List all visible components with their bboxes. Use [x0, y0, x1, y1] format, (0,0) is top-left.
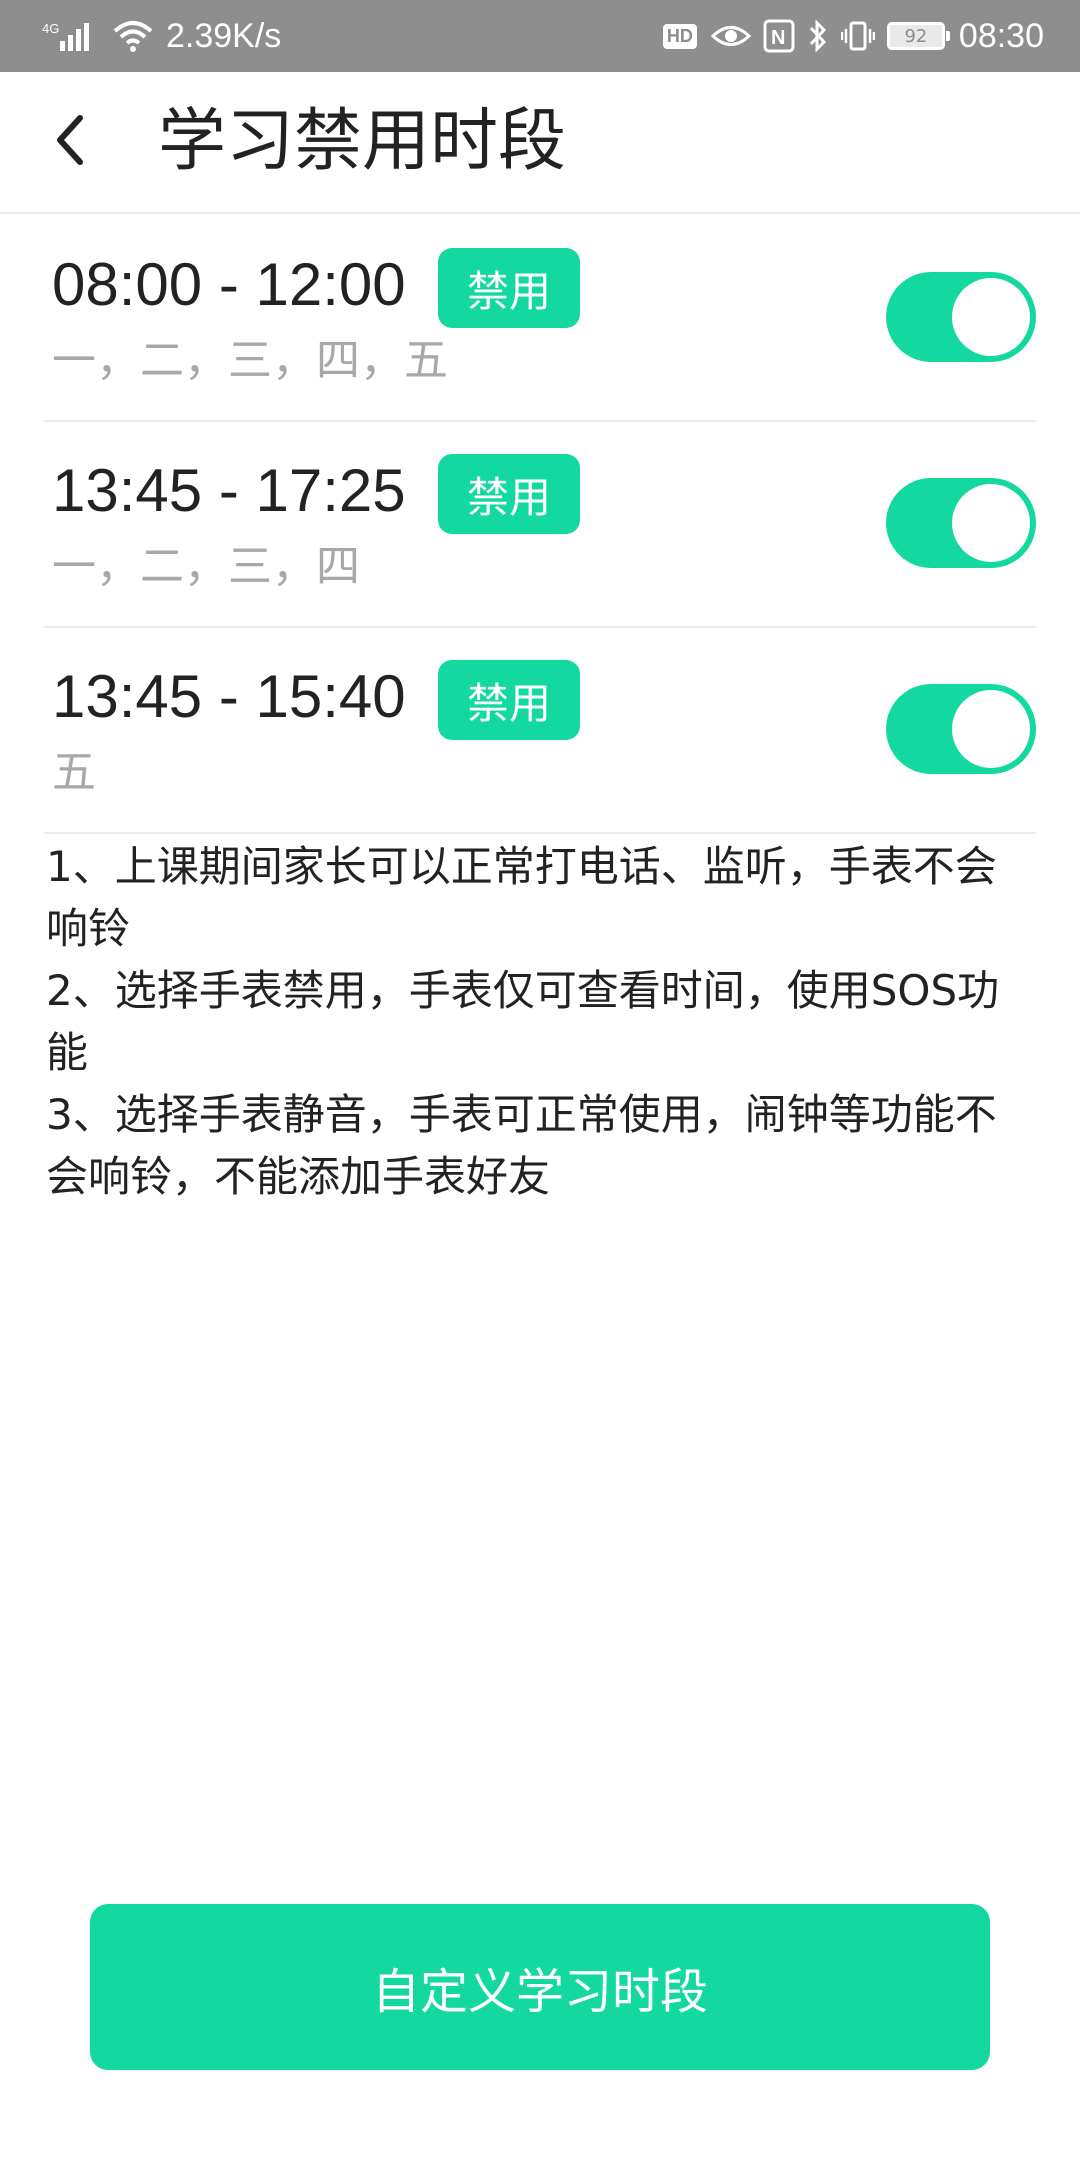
wifi-icon: [112, 19, 154, 53]
mode-badge: 禁用: [438, 248, 580, 328]
hd-icon: HD: [662, 23, 697, 49]
custom-study-period-button[interactable]: 自定义学习时段: [90, 1904, 990, 2070]
status-bar-left: 4G 2.39K/s: [42, 17, 281, 56]
bluetooth-icon: [807, 19, 829, 53]
schedule-toggle[interactable]: [886, 684, 1036, 774]
svg-text:4G: 4G: [42, 21, 59, 36]
status-bar-right: HD N 92 08:30: [662, 16, 1044, 56]
schedule-toggle[interactable]: [886, 272, 1036, 362]
toggle-knob: [952, 484, 1030, 562]
svg-text:N: N: [771, 27, 785, 49]
network-speed: 2.39K/s: [166, 16, 282, 55]
note-item: 1、上课期间家长可以正常打电话、监听，手表不会响铃: [46, 842, 997, 953]
toggle-knob: [952, 690, 1030, 768]
schedule-days: 五: [52, 747, 96, 798]
chevron-left-icon: [50, 110, 90, 174]
schedule-time: 13:45 - 17:25: [52, 457, 406, 524]
schedule-row[interactable]: 13:45 - 15:40 禁用 五: [44, 628, 1036, 834]
cellular-signal-icon: 4G: [42, 19, 100, 53]
schedule-days: 一，二，三，四，五: [52, 335, 448, 386]
schedule-days: 一，二，三，四: [52, 541, 360, 592]
mode-badge: 禁用: [438, 454, 580, 534]
back-button[interactable]: [30, 102, 110, 182]
schedule-time: 08:00 - 12:00: [52, 251, 406, 318]
vibrate-icon: [840, 19, 875, 53]
toggle-knob: [952, 278, 1030, 356]
notes: 1、上课期间家长可以正常打电话、监听，手表不会响铃 2、选择手表禁用，手表仅可查…: [46, 836, 1036, 1208]
nfc-icon: N: [763, 19, 795, 53]
clock: 08:30: [958, 16, 1044, 55]
eye-icon: [710, 21, 751, 51]
schedule-time: 13:45 - 15:40: [52, 663, 406, 730]
header: 学习禁用时段: [0, 72, 1080, 214]
schedule-row[interactable]: 13:45 - 17:25 禁用 一，二，三，四: [44, 422, 1036, 628]
page-title: 学习禁用时段: [158, 102, 567, 181]
note-item: 2、选择手表禁用，手表仅可查看时间，使用SOS功能: [46, 966, 1000, 1077]
schedule-row[interactable]: 08:00 - 12:00 禁用 一，二，三，四，五: [44, 216, 1036, 422]
note-item: 3、选择手表静音，手表可正常使用，闹钟等功能不会响铃，不能添加手表好友: [46, 1090, 997, 1201]
battery-icon: 92: [886, 22, 950, 50]
status-bar: 4G 2.39K/s HD N 92 08:30: [0, 0, 1080, 72]
mode-badge: 禁用: [438, 660, 580, 740]
schedule-toggle[interactable]: [886, 478, 1036, 568]
